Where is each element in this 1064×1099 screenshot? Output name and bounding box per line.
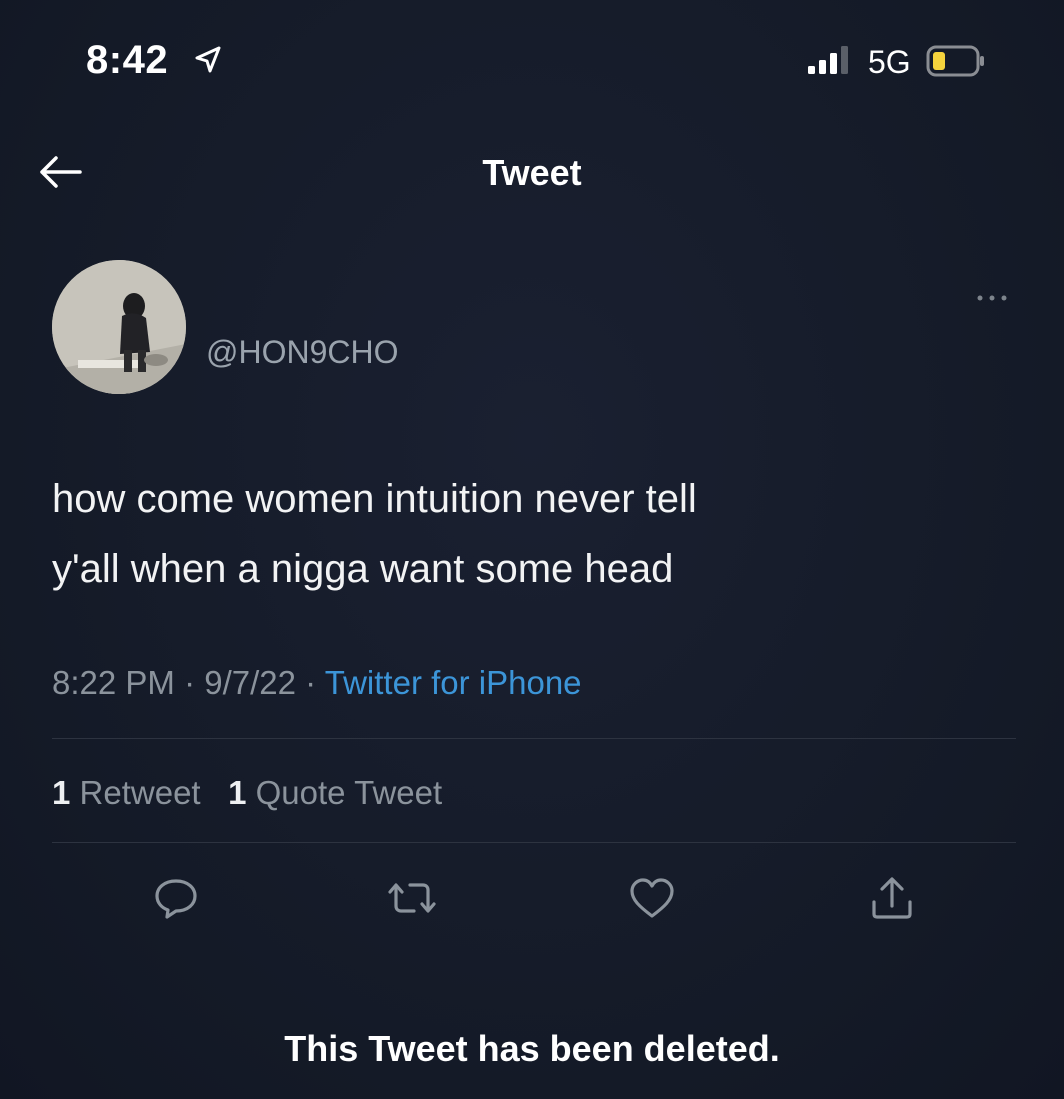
quotes-count: 1: [228, 774, 247, 811]
retweets-stat[interactable]: 1 Retweet: [52, 774, 201, 811]
retweets-label: Retweet: [79, 774, 201, 811]
meta-separator: ·: [305, 664, 317, 701]
tweet-text: how come women intuition never tell y'al…: [52, 477, 697, 591]
reply-icon[interactable]: [150, 872, 202, 924]
tweet-date: 9/7/22: [204, 664, 296, 701]
avatar-image: [52, 260, 186, 394]
author-handle[interactable]: @HON9CHO: [206, 334, 399, 371]
divider: [52, 738, 1016, 739]
page-title: Tweet: [482, 152, 582, 193]
tweet-metadata: 8:22 PM · 9/7/22 · Twitter for iPhone: [52, 664, 582, 702]
location-arrow-icon: [195, 46, 221, 73]
divider: [52, 842, 1016, 843]
tweet-time: 8:22 PM: [52, 664, 175, 701]
quotes-label: Quote Tweet: [255, 774, 443, 811]
retweet-icon[interactable]: [386, 872, 438, 924]
battery-icon: [926, 45, 984, 77]
quotes-stat[interactable]: 1 Quote Tweet: [228, 774, 442, 811]
status-time: 8:42: [86, 38, 169, 82]
meta-separator: ·: [184, 664, 196, 701]
tweet-stats: 1 Retweet 1 Quote Tweet: [52, 774, 442, 812]
share-icon[interactable]: [866, 872, 918, 924]
network-type: 5G: [868, 44, 911, 80]
signal-bars-icon: [808, 46, 848, 74]
like-icon[interactable]: [626, 872, 678, 924]
retweets-count: 1: [52, 774, 71, 811]
deleted-notice: This Tweet has been deleted.: [284, 1028, 780, 1069]
tweet-screen: 8:42 5G Tweet @HON9CHO how come women in…: [0, 0, 1064, 1099]
avatar[interactable]: [52, 260, 186, 394]
more-options-icon[interactable]: [972, 288, 1012, 308]
tweet-source-link[interactable]: Twitter for iPhone: [325, 664, 582, 701]
